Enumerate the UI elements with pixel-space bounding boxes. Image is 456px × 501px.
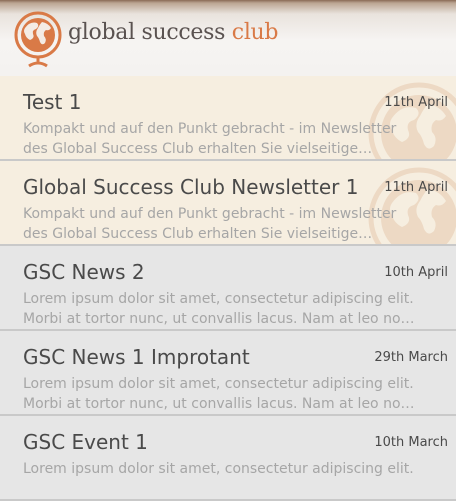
brand-text-accent: club	[231, 20, 279, 45]
newsletter-title: Global Success Club Newsletter 1	[23, 175, 359, 199]
newsletter-snippet: Lorem ipsum dolor sit amet, consectetur …	[23, 374, 447, 414]
newsletter-snippet: Kompakt und auf den Punkt gebracht - im …	[23, 204, 447, 244]
snippet-line: Kompakt und auf den Punkt gebracht - im …	[23, 206, 397, 222]
snippet-line: des Global Success Club erhalten Sie vie…	[23, 226, 373, 242]
newsletter-date: 10th April	[384, 265, 448, 280]
app-brand-name: global success club	[68, 20, 279, 45]
newsletter-item[interactable]: Global Success Club Newsletter 1 11th Ap…	[0, 161, 456, 246]
snippet-line: des Global Success Club erhalten Sie vie…	[23, 141, 373, 157]
newsletter-date: 11th April	[384, 180, 448, 195]
globe-logo-icon	[14, 11, 62, 68]
newsletter-item[interactable]: GSC Event 1 10th March Lorem ipsum dolor…	[0, 416, 456, 501]
newsletter-date: 10th March	[374, 435, 448, 450]
newsletter-date: 11th April	[384, 95, 448, 110]
newsletter-title: Test 1	[23, 90, 82, 114]
newsletter-date: 29th March	[374, 350, 448, 365]
snippet-line: Kompakt und auf den Punkt gebracht - im …	[23, 121, 397, 137]
newsletter-title: GSC Event 1	[23, 430, 148, 454]
brand-text-main: global success	[68, 20, 232, 45]
newsletter-snippet: Lorem ipsum dolor sit amet, consectetur …	[23, 459, 447, 499]
newsletter-snippet: Kompakt und auf den Punkt gebracht - im …	[23, 119, 447, 159]
newsletter-item[interactable]: GSC News 1 Improtant 29th March Lorem ip…	[0, 331, 456, 416]
newsletter-title: GSC News 1 Improtant	[23, 345, 250, 369]
newsletter-item[interactable]: Test 1 11th April Kompakt und auf den Pu…	[0, 76, 456, 161]
newsletter-list: Test 1 11th April Kompakt und auf den Pu…	[0, 76, 456, 501]
snippet-line: Lorem ipsum dolor sit amet, consectetur …	[23, 291, 414, 307]
snippet-line: Lorem ipsum dolor sit amet, consectetur …	[23, 376, 414, 392]
newsletter-title: GSC News 2	[23, 260, 145, 284]
snippet-line: Lorem ipsum dolor sit amet, consectetur …	[23, 461, 414, 477]
snippet-line: Morbi at tortor nunc, ut convallis lacus…	[23, 396, 415, 412]
newsletter-item[interactable]: GSC News 2 10th April Lorem ipsum dolor …	[0, 246, 456, 331]
snippet-line: Morbi at tortor nunc, ut convallis lacus…	[23, 311, 415, 327]
app-header: global success club	[0, 0, 456, 76]
newsletter-snippet: Lorem ipsum dolor sit amet, consectetur …	[23, 289, 447, 329]
